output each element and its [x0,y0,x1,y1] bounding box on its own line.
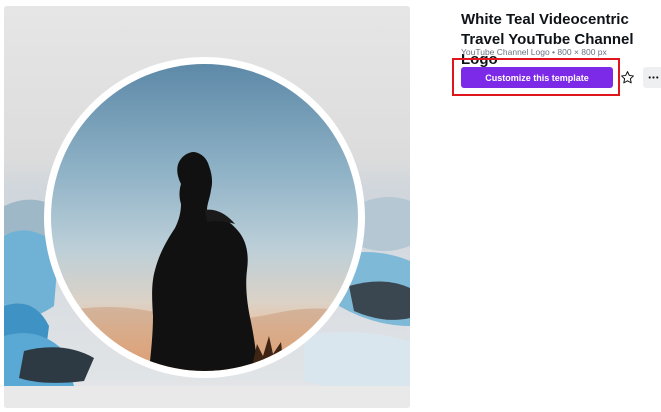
more-horizontal-icon [648,76,659,79]
customize-template-button[interactable]: Customize this template [461,67,613,88]
star-outline-icon [621,71,634,84]
template-meta: YouTube Channel Logo • 800 × 800 px [461,47,607,57]
silhouette-photo-image [51,64,358,371]
logo-circle-frame [44,57,365,378]
more-options-button[interactable] [643,67,661,88]
template-preview[interactable] [4,6,410,408]
favorite-button[interactable] [617,67,638,88]
logo-photo [51,64,358,371]
